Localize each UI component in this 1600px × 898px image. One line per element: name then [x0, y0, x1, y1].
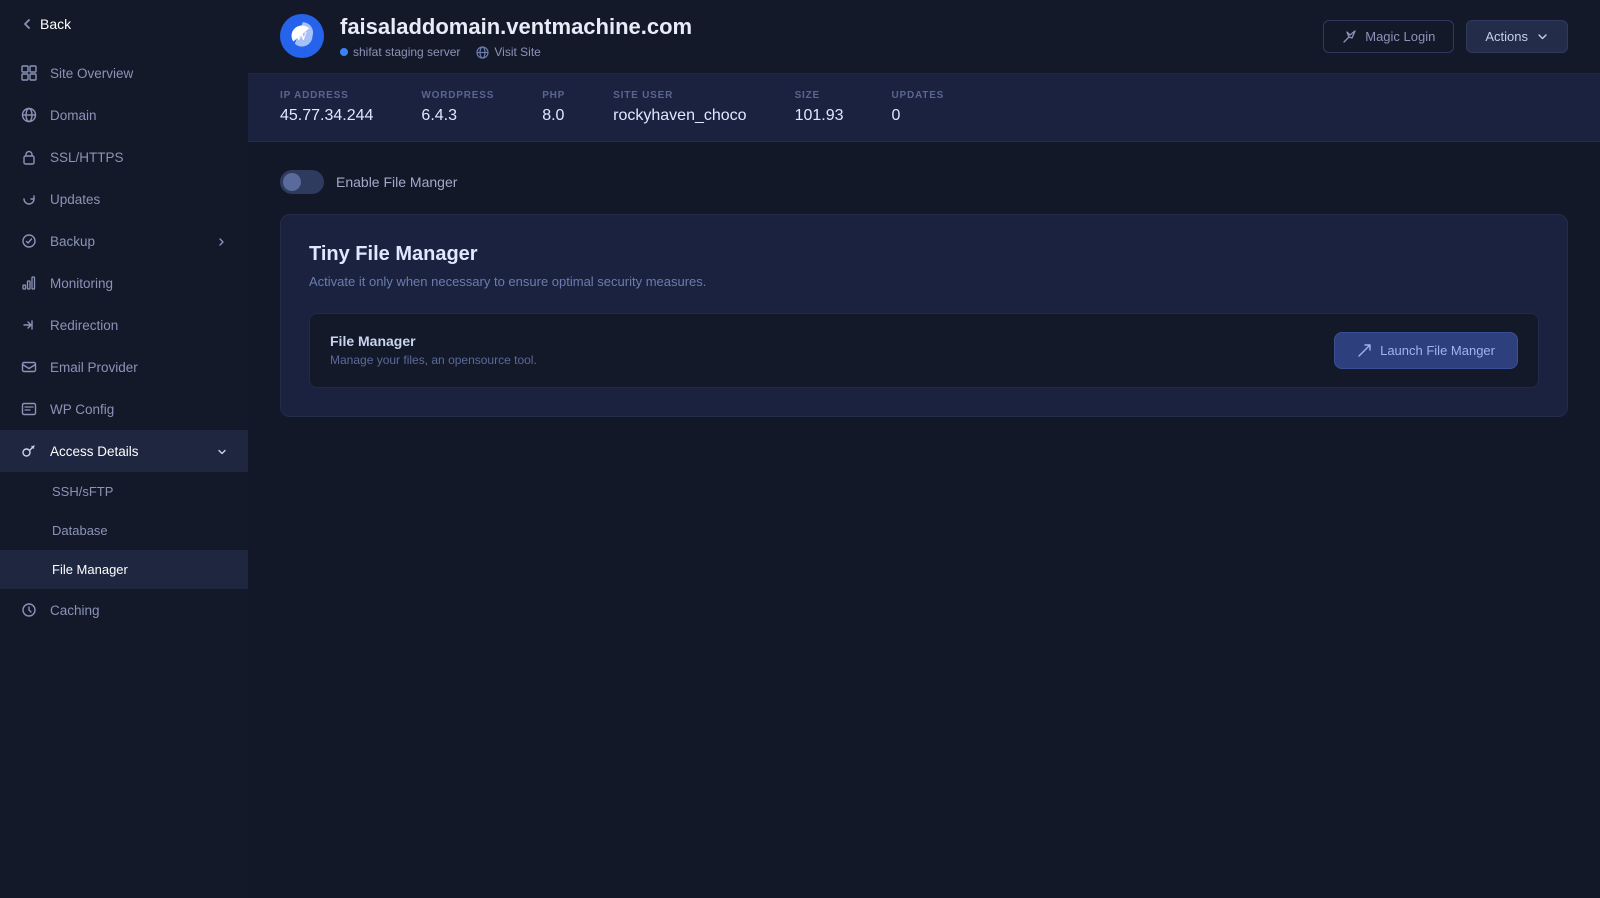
card-title: Tiny File Manager: [309, 243, 1539, 266]
toggle-knob: [283, 173, 301, 191]
stat-size: SIZE 101.93: [795, 90, 844, 125]
database-label: Database: [52, 523, 108, 538]
magic-login-icon: [1342, 29, 1357, 44]
email-icon: [20, 358, 38, 376]
sidebar-subitem-database[interactable]: Database: [0, 511, 248, 550]
card-description: Activate it only when necessary to ensur…: [309, 274, 1539, 289]
stat-php: PHP 8.0: [542, 90, 565, 125]
sidebar-item-site-overview[interactable]: Site Overview: [0, 52, 248, 94]
header-actions: Magic Login Actions: [1323, 20, 1568, 53]
server-tag: shifat staging server: [340, 45, 460, 59]
sidebar-item-updates[interactable]: Updates: [0, 178, 248, 220]
chevron-down-icon: [1536, 30, 1549, 43]
sidebar-subitem-file-manager[interactable]: File Manager: [0, 550, 248, 589]
chevron-left-icon: [20, 17, 34, 31]
sidebar-item-caching[interactable]: Caching: [0, 589, 248, 631]
ssh-sftp-label: SSH/sFTP: [52, 484, 113, 499]
stat-label: IP ADDRESS: [280, 90, 373, 101]
toggle-label: Enable File Manger: [336, 174, 457, 190]
stat-label: WORDPRESS: [421, 90, 494, 101]
svg-text:W: W: [295, 29, 307, 43]
fm-inner-title: File Manager: [330, 333, 537, 349]
stat-value: 6.4.3: [421, 107, 494, 125]
sidebar-item-label: SSL/HTTPS: [50, 150, 124, 165]
header-info: faisaladdomain.ventmachine.com shifat st…: [340, 14, 1307, 59]
sidebar-item-monitoring[interactable]: Monitoring: [0, 262, 248, 304]
file-manager-info: File Manager Manage your files, an opens…: [330, 333, 537, 367]
stat-value: 45.77.34.244: [280, 107, 373, 125]
file-manager-card: Tiny File Manager Activate it only when …: [280, 214, 1568, 417]
launch-icon: [1357, 343, 1372, 358]
stat-value: 8.0: [542, 107, 565, 125]
file-manager-inner: File Manager Manage your files, an opens…: [309, 313, 1539, 388]
sidebar-item-label: Monitoring: [50, 276, 113, 291]
sidebar-item-redirection[interactable]: Redirection: [0, 304, 248, 346]
redirect-icon: [20, 316, 38, 334]
site-title: faisaladdomain.ventmachine.com: [340, 14, 1307, 40]
sidebar-item-access-details[interactable]: Access Details: [0, 430, 248, 472]
site-header: W faisaladdomain.ventmachine.com shifat …: [248, 0, 1600, 74]
sidebar-item-label: Backup: [50, 234, 95, 249]
sidebar-item-label: Redirection: [50, 318, 118, 333]
refresh-icon: [20, 190, 38, 208]
page-content: Enable File Manger Tiny File Manager Act…: [248, 142, 1600, 898]
grid-icon: [20, 64, 38, 82]
stat-wordpress: WORDPRESS 6.4.3: [421, 90, 494, 125]
sidebar-subitem-ssh-sftp[interactable]: SSH/sFTP: [0, 472, 248, 511]
sidebar-item-label: Email Provider: [50, 360, 138, 375]
launch-file-manager-button[interactable]: Launch File Manger: [1334, 332, 1518, 369]
lock-icon: [20, 148, 38, 166]
sidebar-navigation: Site Overview Domain SSL/HTTPS Updates: [0, 48, 248, 898]
server-dot: [340, 48, 348, 56]
stat-value: rockyhaven_choco: [613, 107, 746, 125]
wp-logo: W: [280, 14, 324, 58]
sidebar-item-ssl[interactable]: SSL/HTTPS: [0, 136, 248, 178]
back-label: Back: [40, 16, 71, 32]
access-details-submenu: SSH/sFTP Database File Manager: [0, 472, 248, 589]
sidebar-item-label: Domain: [50, 108, 97, 123]
actions-button[interactable]: Actions: [1466, 20, 1568, 53]
stat-value: 0: [892, 107, 945, 125]
cache-icon: [20, 601, 38, 619]
key-icon: [20, 442, 38, 460]
globe-icon: [20, 106, 38, 124]
magic-login-button[interactable]: Magic Login: [1323, 20, 1454, 53]
stat-label: SITE USER: [613, 90, 746, 101]
stat-label: SIZE: [795, 90, 844, 101]
globe-small-icon: [476, 44, 489, 58]
back-button[interactable]: Back: [0, 0, 248, 48]
stat-site-user: SITE USER rockyhaven_choco: [613, 90, 746, 125]
sidebar-item-label: Caching: [50, 603, 100, 618]
stat-label: UPDATES: [892, 90, 945, 101]
sidebar-item-label: Access Details: [50, 444, 139, 459]
config-icon: [20, 400, 38, 418]
stat-ip-address: IP ADDRESS 45.77.34.244: [280, 90, 373, 125]
sidebar-item-email-provider[interactable]: Email Provider: [0, 346, 248, 388]
stats-bar: IP ADDRESS 45.77.34.244 WORDPRESS 6.4.3 …: [248, 74, 1600, 142]
enable-file-manager-toggle[interactable]: [280, 170, 324, 194]
chevron-down-icon: [216, 444, 228, 458]
main-content: W faisaladdomain.ventmachine.com shifat …: [248, 0, 1600, 898]
sidebar-item-wp-config[interactable]: WP Config: [0, 388, 248, 430]
sidebar-item-backup[interactable]: Backup: [0, 220, 248, 262]
chevron-right-icon: [216, 234, 228, 248]
sidebar-item-label: Updates: [50, 192, 100, 207]
chart-icon: [20, 274, 38, 292]
sidebar-item-domain[interactable]: Domain: [0, 94, 248, 136]
fm-inner-desc: Manage your files, an opensource tool.: [330, 353, 537, 367]
header-meta: shifat staging server Visit Site: [340, 44, 1307, 58]
sidebar-item-label: Site Overview: [50, 66, 133, 81]
stat-value: 101.93: [795, 107, 844, 125]
archive-icon: [20, 232, 38, 250]
stat-label: PHP: [542, 90, 565, 101]
sidebar-item-label: WP Config: [50, 402, 114, 417]
visit-site-tag[interactable]: Visit Site: [476, 44, 540, 58]
stat-updates: UPDATES 0: [892, 90, 945, 125]
enable-toggle-row: Enable File Manger: [280, 170, 1568, 194]
file-manager-label: File Manager: [52, 562, 128, 577]
sidebar: Back Site Overview Domain SSL/HTTPS: [0, 0, 248, 898]
